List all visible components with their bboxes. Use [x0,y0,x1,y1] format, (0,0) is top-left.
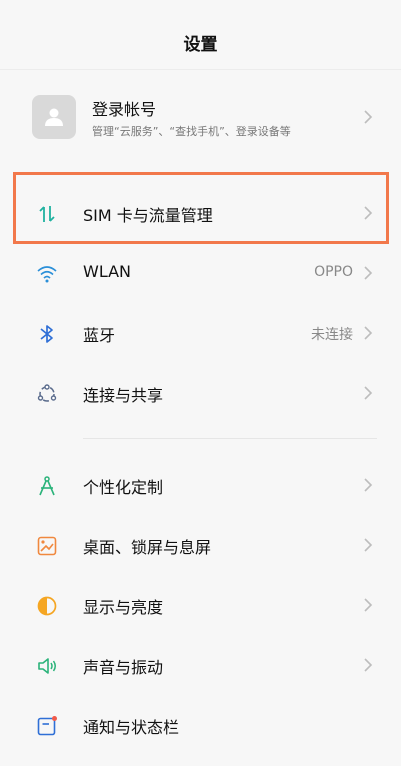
menu-item-connection-sharing[interactable]: 连接与共享 [0,363,401,423]
account-row[interactable]: 登录帐号 管理“云服务”、“查找手机”、登录设备等 [0,78,401,156]
chevron-right-icon [359,596,377,614]
chevron-right-icon [359,476,377,494]
speaker-icon [34,653,60,679]
menu-item-personalization[interactable]: 个性化定制 [0,455,401,515]
menu-item-label: WLAN [83,262,132,281]
menu-item-label: 蓝牙 [83,326,116,345]
chevron-right-icon [359,108,377,126]
chevron-right-icon [359,324,377,342]
menu-item-notification-statusbar[interactable]: 通知与状态栏 [0,695,401,755]
menu-item-sound-vibration[interactable]: 声音与振动 [0,635,401,695]
menu-item-label: 显示与亮度 [83,598,164,617]
page-title: 设置 [183,35,218,55]
menu-item-value: 未连接 [311,327,353,343]
chevron-right-icon [359,656,377,674]
compass-icon [34,473,60,499]
chevron-right-icon [359,384,377,402]
account-title: 登录帐号 [92,100,157,119]
share-connect-icon [34,381,60,407]
wifi-icon [34,261,60,287]
menu-item-label: 个性化定制 [83,478,164,497]
menu-item-desktop-lockscreen[interactable]: 桌面、锁屏与息屏 [0,515,401,575]
menu-item-wlan[interactable]: WLAN OPPO [0,243,401,303]
chevron-right-icon [359,264,377,282]
brightness-icon [34,593,60,619]
avatar [32,95,76,139]
wallpaper-icon [34,533,60,559]
menu-item-value: OPPO [314,264,353,280]
menu-item-label: 通知与状态栏 [83,718,180,737]
notification-icon [34,713,60,739]
account-subtitle: 管理“云服务”、“查找手机”、登录设备等 [92,125,291,138]
menu-item-bluetooth[interactable]: 蓝牙 未连接 [0,303,401,363]
menu-item-label: 连接与共享 [83,386,164,405]
menu-item-label: 桌面、锁屏与息屏 [83,538,212,557]
top-bar: 设置 [0,0,401,70]
menu-item-display-brightness[interactable]: 显示与亮度 [0,575,401,635]
user-icon [45,108,63,126]
section-divider [83,438,377,439]
highlight-box [13,172,389,244]
menu-item-label: 声音与振动 [83,658,164,677]
bluetooth-icon [34,321,60,347]
chevron-right-icon [359,536,377,554]
